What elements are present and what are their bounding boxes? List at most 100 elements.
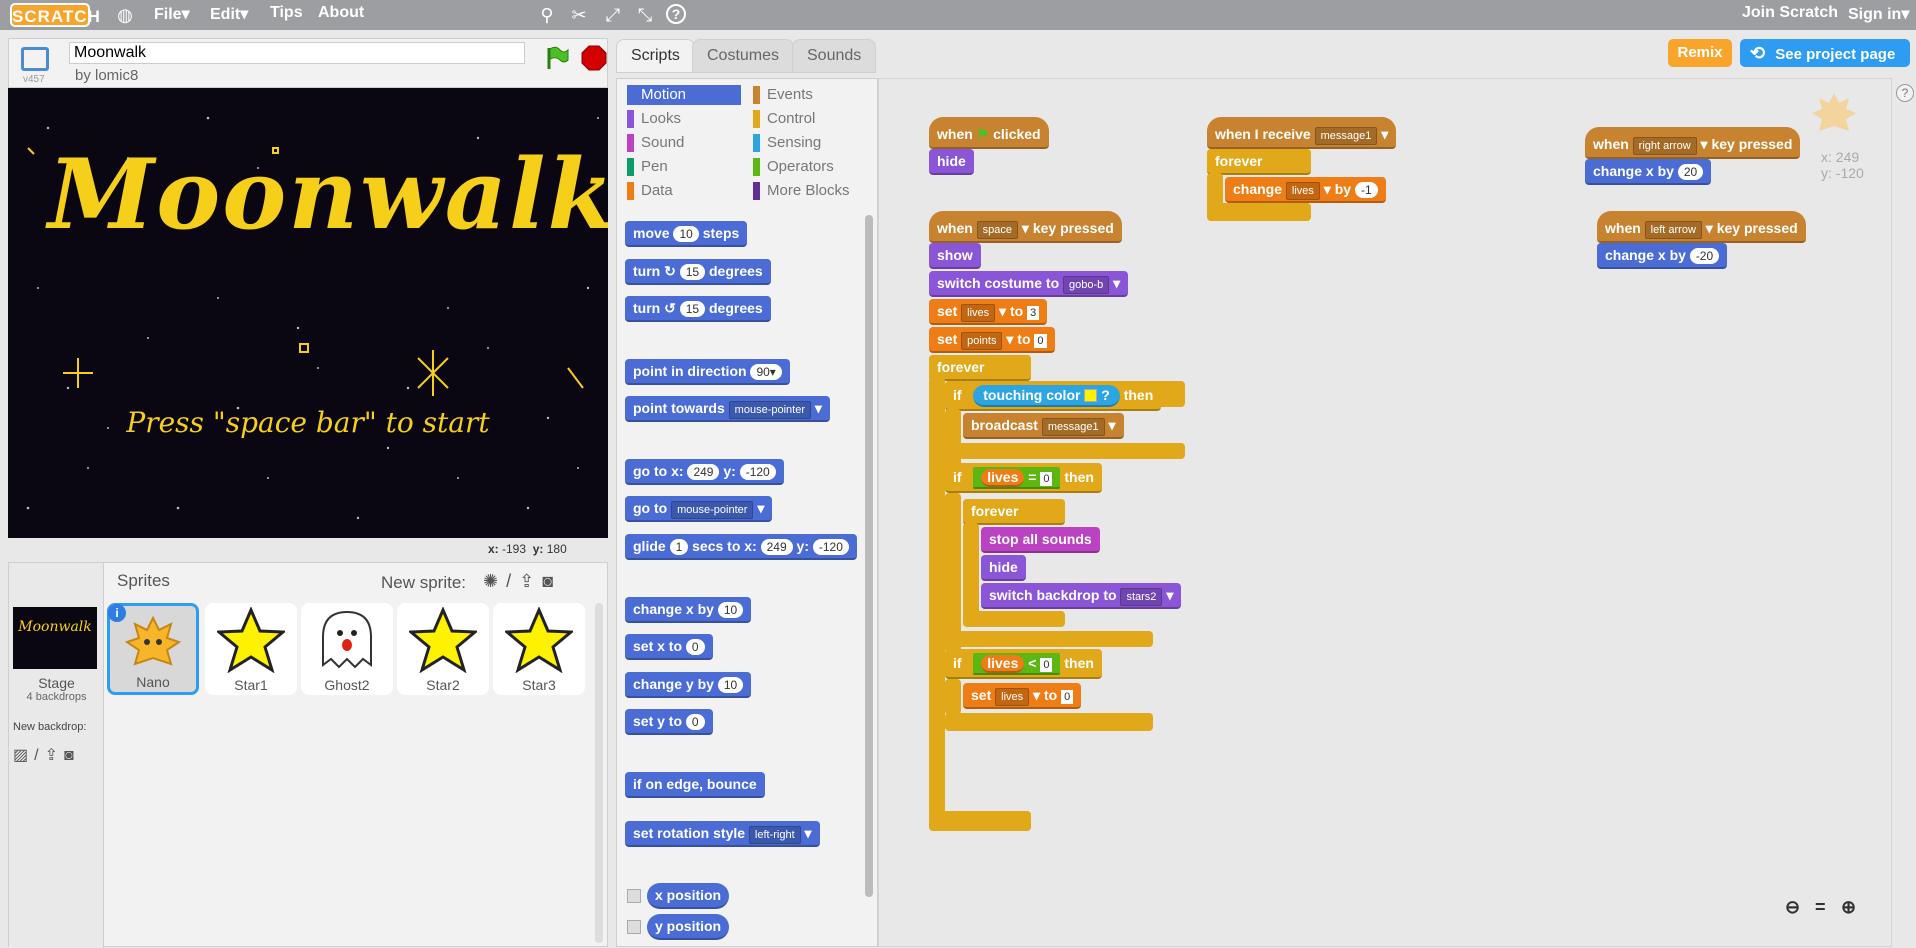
block-set-lives[interactable]: set lives ▾ to 3 — [929, 299, 1048, 325]
duplicate-icon[interactable]: ⚲ — [536, 4, 558, 26]
block-goto-xy[interactable]: go to x: 249 y: -120 — [625, 459, 784, 485]
hat-when-space-pressed[interactable]: when space ▾ key pressed — [929, 211, 1122, 243]
stage-canvas[interactable]: Moonwalk Press "space bar" to start — [8, 88, 608, 538]
block-set-lives-zero[interactable]: set lives ▾ to 0 — [963, 683, 1082, 709]
block-broadcast[interactable]: broadcast message1 ▾ — [963, 413, 1124, 439]
shrink-icon[interactable]: ⤡ — [634, 4, 656, 26]
block-point-direction[interactable]: point in direction 90▾ — [625, 359, 790, 385]
tab-scripts[interactable]: Scripts — [616, 39, 695, 73]
paint-sprite-icon[interactable]: / — [506, 571, 519, 591]
hat-when-flag-clicked[interactable]: when ⚑ clicked — [929, 117, 1049, 149]
block-x-position[interactable]: x position — [647, 883, 730, 909]
block-switch-backdrop[interactable]: switch backdrop to stars2 ▾ — [981, 583, 1182, 609]
block-set-points[interactable]: set points ▾ to 0 — [929, 327, 1055, 353]
about-menu[interactable]: About — [318, 4, 364, 22]
tab-sounds[interactable]: Sounds — [792, 39, 877, 73]
paint-backdrop-icon[interactable]: ▨ — [13, 747, 34, 764]
camera-sprite-icon[interactable]: ◙ — [542, 571, 561, 591]
block-stop-all-sounds[interactable]: stop all sounds — [981, 527, 1100, 553]
file-menu[interactable]: File▾ — [154, 4, 190, 24]
block-turn-right[interactable]: turn ↻ 15 degrees — [625, 259, 771, 285]
grow-icon[interactable]: ⤢ — [602, 4, 624, 26]
block-y-position[interactable]: y position — [647, 914, 730, 940]
block-change-x-minus20[interactable]: change x by -20 — [1597, 243, 1728, 269]
hat-when-receive[interactable]: when I receive message1 ▾ — [1207, 117, 1397, 149]
palette-scrollbar[interactable] — [865, 215, 873, 897]
sign-in-link[interactable]: Sign in▾ — [1848, 4, 1909, 24]
category-pen[interactable]: Pen — [627, 157, 741, 177]
zoom-out-icon[interactable]: ⊖ — [1785, 897, 1800, 918]
block-set-y[interactable]: set y to 0 — [625, 709, 713, 735]
category-sound[interactable]: Sound — [627, 133, 741, 153]
tab-costumes[interactable]: Costumes — [692, 39, 795, 73]
category-control[interactable]: Control — [753, 109, 867, 129]
sprite-nano[interactable]: i Nano — [107, 603, 199, 695]
block-set-x[interactable]: set x to 0 — [625, 634, 713, 660]
fullscreen-icon[interactable] — [21, 47, 49, 71]
inner-forever-arm — [963, 523, 979, 623]
edit-menu[interactable]: Edit▾ — [210, 4, 248, 24]
upload-backdrop-icon[interactable]: ⇪ — [45, 747, 64, 764]
ypos-checkbox[interactable] — [627, 920, 641, 934]
cut-icon[interactable]: ✂ — [568, 4, 590, 26]
sprite-star2[interactable]: Star2 — [397, 603, 489, 695]
block-receive-forever[interactable]: forever — [1207, 149, 1311, 175]
block-hide[interactable]: hide — [929, 149, 974, 175]
sprite-star1[interactable]: Star1 — [205, 603, 297, 695]
camera-backdrop-icon[interactable]: ◙ — [64, 747, 80, 764]
hat-when-left-arrow[interactable]: when left arrow ▾ key pressed — [1597, 211, 1806, 243]
scripts-area[interactable]: when ⚑ clicked hide when space ▾ key pre… — [878, 78, 1892, 947]
sprite-ghost2[interactable]: Ghost2 — [301, 603, 393, 695]
category-events[interactable]: Events — [753, 85, 867, 105]
see-project-page-button[interactable]: ⟲ See project page — [1740, 39, 1910, 67]
block-goto[interactable]: go to mouse-pointer ▾ — [625, 496, 773, 522]
tips-menu[interactable]: Tips — [270, 4, 303, 22]
zoom-reset-icon[interactable]: = — [1815, 897, 1826, 918]
stop-icon[interactable] — [581, 45, 607, 71]
remix-button[interactable]: Remix — [1668, 39, 1732, 67]
block-switch-costume[interactable]: switch costume to gobo-b ▾ — [929, 271, 1129, 297]
block-glide[interactable]: glide 1 secs to x: 249 y: -120 — [625, 534, 857, 560]
block-turn-left[interactable]: turn ↺ 15 degrees — [625, 296, 771, 322]
project-title-input[interactable] — [69, 42, 525, 64]
block-hide-2[interactable]: hide — [981, 555, 1026, 581]
block-inner-forever[interactable]: forever — [963, 499, 1065, 525]
block-change-x[interactable]: change x by 10 — [625, 597, 752, 623]
join-scratch-link[interactable]: Join Scratch — [1742, 4, 1838, 22]
zoom-in-icon[interactable]: ⊕ — [1841, 897, 1856, 918]
sprite-star3[interactable]: Star3 — [493, 603, 585, 695]
category-sensing[interactable]: Sensing — [753, 133, 867, 153]
hat-when-right-arrow[interactable]: when right arrow ▾ key pressed — [1585, 127, 1801, 159]
scratch-logo[interactable]: SCRATCH — [10, 3, 100, 27]
category-data[interactable]: Data — [627, 181, 741, 201]
block-if-lives-zero[interactable]: if lives = 0 then — [945, 463, 1102, 493]
block-change-lives[interactable]: change lives ▾ by -1 — [1225, 177, 1386, 203]
globe-icon[interactable]: ◍ — [114, 4, 136, 26]
help-panel-icon[interactable]: ? — [1896, 84, 1914, 102]
draw-backdrop-icon[interactable]: / — [34, 747, 44, 764]
category-motion[interactable]: Motion — [627, 85, 741, 105]
upload-sprite-icon[interactable]: ⇪ — [519, 571, 542, 591]
block-if-touching[interactable]: if touching color ? then — [945, 381, 1162, 411]
block-rotation-style[interactable]: set rotation style left-right ▾ — [625, 821, 820, 847]
category-operators[interactable]: Operators — [753, 157, 867, 177]
green-flag-icon[interactable] — [543, 45, 569, 71]
sprite-list-scrollbar[interactable] — [595, 603, 603, 943]
color-swatch[interactable] — [1084, 389, 1098, 402]
block-move-steps[interactable]: move 10 steps — [625, 221, 748, 247]
block-change-x-20[interactable]: change x by 20 — [1585, 159, 1712, 185]
block-forever[interactable]: forever — [929, 355, 1031, 381]
category-looks[interactable]: Looks — [627, 109, 741, 129]
sprite-library-icon[interactable]: ✺ — [483, 571, 506, 591]
block-if-lives-less[interactable]: if lives < 0 then — [945, 649, 1102, 679]
category-more-blocks[interactable]: More Blocks — [753, 181, 867, 201]
stage-press-text: Press "space bar" to start — [126, 406, 490, 439]
stage-thumbnail[interactable]: Moonwalk — [13, 607, 97, 669]
sprite-info-icon[interactable]: i — [108, 604, 126, 622]
block-show[interactable]: show — [929, 243, 981, 269]
help-icon[interactable]: ? — [666, 4, 686, 24]
block-bounce[interactable]: if on edge, bounce — [625, 772, 765, 798]
block-change-y[interactable]: change y by 10 — [625, 672, 752, 698]
xpos-checkbox[interactable] — [627, 889, 641, 903]
block-point-towards[interactable]: point towards mouse-pointer ▾ — [625, 396, 830, 422]
